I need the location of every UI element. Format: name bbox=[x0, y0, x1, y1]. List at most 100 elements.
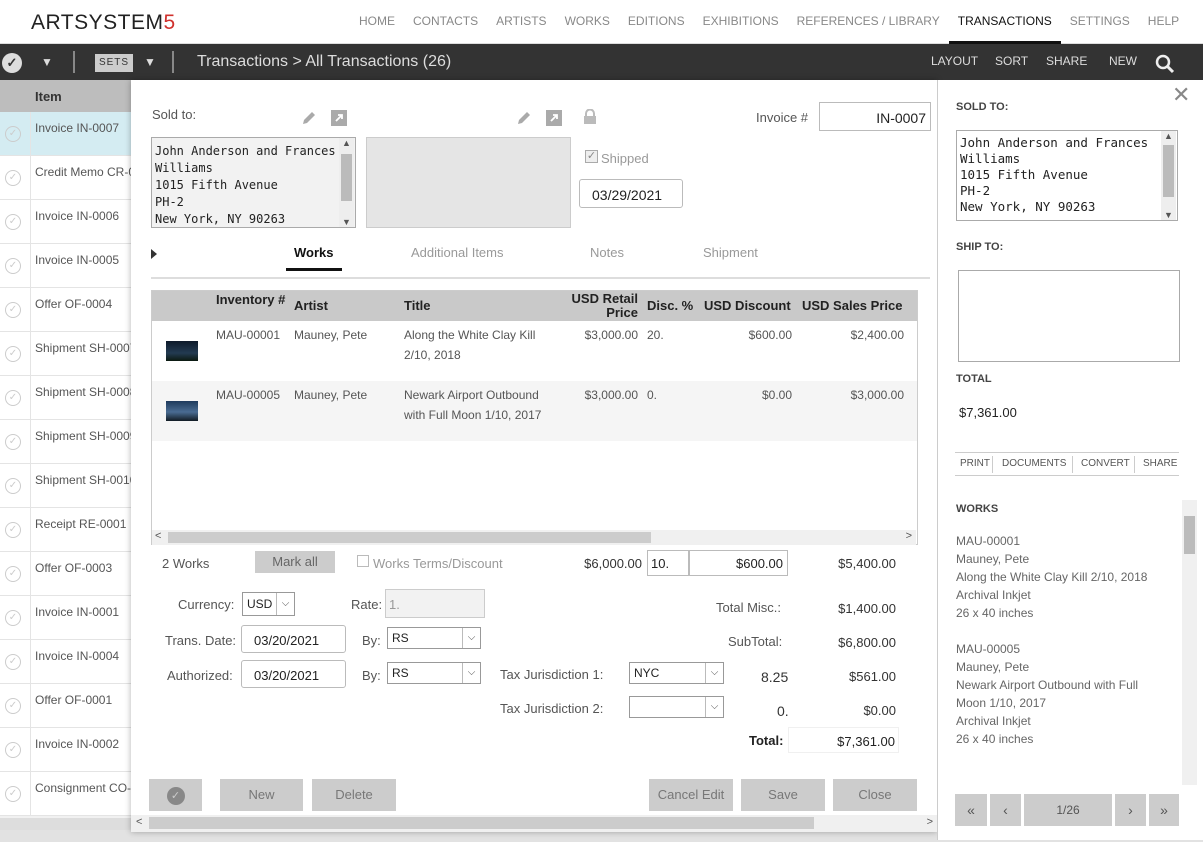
nav-settings[interactable]: SETTINGS bbox=[1061, 0, 1139, 44]
authorized-by-select[interactable]: RS ⌵ bbox=[387, 662, 481, 684]
prev-record-icon[interactable]: ‹ bbox=[990, 794, 1021, 826]
col-sales-price[interactable]: USD Sales Price bbox=[802, 299, 902, 313]
currency-select[interactable]: USD ⌵ bbox=[242, 592, 295, 616]
expand-arrow-icon[interactable] bbox=[151, 249, 157, 259]
list-item[interactable]: ✓ Shipment SH-0009 bbox=[0, 420, 131, 464]
next-record-icon[interactable]: › bbox=[1115, 794, 1146, 826]
list-item[interactable]: ✓ Invoice IN-0002 bbox=[0, 728, 131, 772]
panel-ship-to-address[interactable] bbox=[958, 270, 1180, 362]
lock-icon[interactable] bbox=[583, 109, 597, 125]
tax2-select[interactable]: ⌵ bbox=[629, 696, 724, 718]
delete-button[interactable]: Delete bbox=[312, 779, 396, 811]
list-item[interactable]: ✓ Credit Memo CR-0001 bbox=[0, 156, 131, 200]
panel-address-scrollbar[interactable]: ▲ ▼ bbox=[1161, 131, 1176, 220]
row-check-icon[interactable]: ✓ bbox=[5, 698, 21, 714]
tab-shipment[interactable]: Shipment bbox=[703, 245, 758, 260]
cancel-edit-button[interactable]: Cancel Edit bbox=[649, 779, 733, 811]
sort-button[interactable]: SORT bbox=[995, 54, 1028, 68]
col-disc-pct[interactable]: Disc. % bbox=[647, 299, 693, 313]
nav-references[interactable]: REFERENCES / LIBRARY bbox=[788, 0, 949, 44]
nav-exhibitions[interactable]: EXHIBITIONS bbox=[694, 0, 788, 44]
row-check-icon[interactable]: ✓ bbox=[5, 346, 21, 362]
col-retail-price[interactable]: USD Retail Price bbox=[552, 292, 638, 320]
mark-all-button[interactable]: Mark all bbox=[255, 551, 335, 573]
row-check-icon[interactable]: ✓ bbox=[5, 478, 21, 494]
panel-work-item[interactable]: MAU-00005 Mauney, Pete Newark Airport Outb… bbox=[956, 640, 1138, 748]
print-button[interactable]: PRINT bbox=[960, 458, 990, 469]
sold-to-address[interactable]: John Anderson and Frances Williams 1015 … bbox=[151, 137, 356, 228]
invoice-number-field[interactable]: IN-0007 bbox=[819, 102, 931, 131]
list-item[interactable]: ✓ Invoice IN-0007 bbox=[0, 112, 131, 156]
by-select[interactable]: RS ⌵ bbox=[387, 627, 481, 649]
open-external-icon[interactable] bbox=[545, 109, 563, 127]
list-item[interactable]: ✓ Consignment CO-0001 bbox=[0, 772, 131, 816]
list-item[interactable]: ✓ Offer OF-0003 bbox=[0, 552, 131, 596]
close-icon[interactable]: ✕ bbox=[1172, 82, 1190, 108]
tab-works[interactable]: Works bbox=[286, 245, 342, 271]
row-check-icon[interactable]: ✓ bbox=[5, 126, 21, 142]
row-check-icon[interactable]: ✓ bbox=[5, 170, 21, 186]
row-check-icon[interactable]: ✓ bbox=[5, 654, 21, 670]
row-check-icon[interactable]: ✓ bbox=[5, 214, 21, 230]
ship-to-address[interactable] bbox=[366, 137, 571, 228]
address-scrollbar[interactable]: ▲ ▼ bbox=[339, 138, 354, 227]
list-item[interactable]: ✓ Offer OF-0004 bbox=[0, 288, 131, 332]
open-external-icon[interactable] bbox=[330, 109, 348, 127]
list-scrollbar[interactable] bbox=[0, 818, 131, 830]
search-icon[interactable] bbox=[1155, 54, 1175, 74]
shipped-checkbox[interactable]: ✓ bbox=[585, 150, 598, 163]
list-item[interactable]: ✓ Invoice IN-0001 bbox=[0, 596, 131, 640]
select-caret-icon[interactable]: ▼ bbox=[41, 55, 53, 69]
table-row[interactable] bbox=[152, 441, 917, 501]
panel-works-scrollbar[interactable] bbox=[1182, 500, 1197, 785]
new-button[interactable]: NEW bbox=[1109, 54, 1137, 68]
first-record-icon[interactable]: « bbox=[955, 794, 987, 826]
list-item[interactable]: ✓ Receipt RE-0001 bbox=[0, 508, 131, 552]
confirm-button[interactable]: ✓ bbox=[149, 779, 202, 811]
list-item[interactable]: ✓ Shipment SH-0008 bbox=[0, 376, 131, 420]
sets-caret-icon[interactable]: ▼ bbox=[144, 55, 156, 69]
col-title[interactable]: Title bbox=[404, 299, 431, 313]
row-check-icon[interactable]: ✓ bbox=[5, 390, 21, 406]
convert-button[interactable]: CONVERT bbox=[1081, 458, 1130, 469]
row-check-icon[interactable]: ✓ bbox=[5, 302, 21, 318]
sets-button[interactable]: SETS bbox=[95, 54, 133, 72]
col-artist[interactable]: Artist bbox=[294, 299, 328, 313]
list-item[interactable]: ✓ Offer OF-0001 bbox=[0, 684, 131, 728]
list-item[interactable]: ✓ Shipment SH-0007 bbox=[0, 332, 131, 376]
row-check-icon[interactable]: ✓ bbox=[5, 742, 21, 758]
row-check-icon[interactable]: ✓ bbox=[5, 786, 21, 802]
share-panel-button[interactable]: SHARE bbox=[1143, 458, 1177, 469]
editor-scrollbar[interactable]: < > bbox=[131, 815, 937, 832]
edit-pencil-icon[interactable] bbox=[515, 109, 533, 127]
select-check-icon[interactable]: ✓ bbox=[2, 53, 22, 73]
row-check-icon[interactable]: ✓ bbox=[5, 566, 21, 582]
nav-artists[interactable]: ARTISTS bbox=[487, 0, 555, 44]
panel-work-item[interactable]: MAU-00001 Mauney, Pete Along the White Cla… bbox=[956, 532, 1147, 622]
trans-date-field[interactable]: 03/20/2021 bbox=[241, 625, 346, 653]
table-row[interactable]: MAU-00001 Mauney, Pete Along the White C… bbox=[152, 321, 917, 381]
nav-home[interactable]: HOME bbox=[350, 0, 404, 44]
nav-contacts[interactable]: CONTACTS bbox=[404, 0, 487, 44]
list-item[interactable]: ✓ Shipment SH-0010 bbox=[0, 464, 131, 508]
list-item[interactable]: ✓ Invoice IN-0004 bbox=[0, 640, 131, 684]
grid-scrollbar[interactable]: < > bbox=[152, 530, 916, 545]
col-discount[interactable]: USD Discount bbox=[704, 299, 791, 313]
close-button[interactable]: Close bbox=[833, 779, 917, 811]
edit-pencil-icon[interactable] bbox=[300, 109, 318, 127]
col-inventory[interactable]: Inventory # bbox=[216, 293, 286, 307]
sum-discount-field[interactable]: $600.00 bbox=[689, 550, 788, 576]
save-button[interactable]: Save bbox=[741, 779, 825, 811]
nav-help[interactable]: HELP bbox=[1139, 0, 1188, 44]
nav-works[interactable]: WORKS bbox=[556, 0, 619, 44]
tab-additional-items[interactable]: Additional Items bbox=[411, 245, 504, 260]
list-item[interactable]: ✓ Invoice IN-0005 bbox=[0, 244, 131, 288]
works-terms-checkbox[interactable] bbox=[357, 555, 369, 567]
list-item[interactable]: ✓ Invoice IN-0006 bbox=[0, 200, 131, 244]
row-check-icon[interactable]: ✓ bbox=[5, 258, 21, 274]
table-row[interactable]: MAU-00005 Mauney, Pete Newark Airport Ou… bbox=[152, 381, 917, 441]
authorized-date-field[interactable]: 03/20/2021 bbox=[241, 660, 346, 688]
layout-button[interactable]: LAYOUT bbox=[931, 54, 978, 68]
panel-sold-to-address[interactable]: John Anderson and Frances Williams 1015 … bbox=[956, 130, 1178, 221]
tax1-select[interactable]: NYC ⌵ bbox=[629, 662, 724, 684]
